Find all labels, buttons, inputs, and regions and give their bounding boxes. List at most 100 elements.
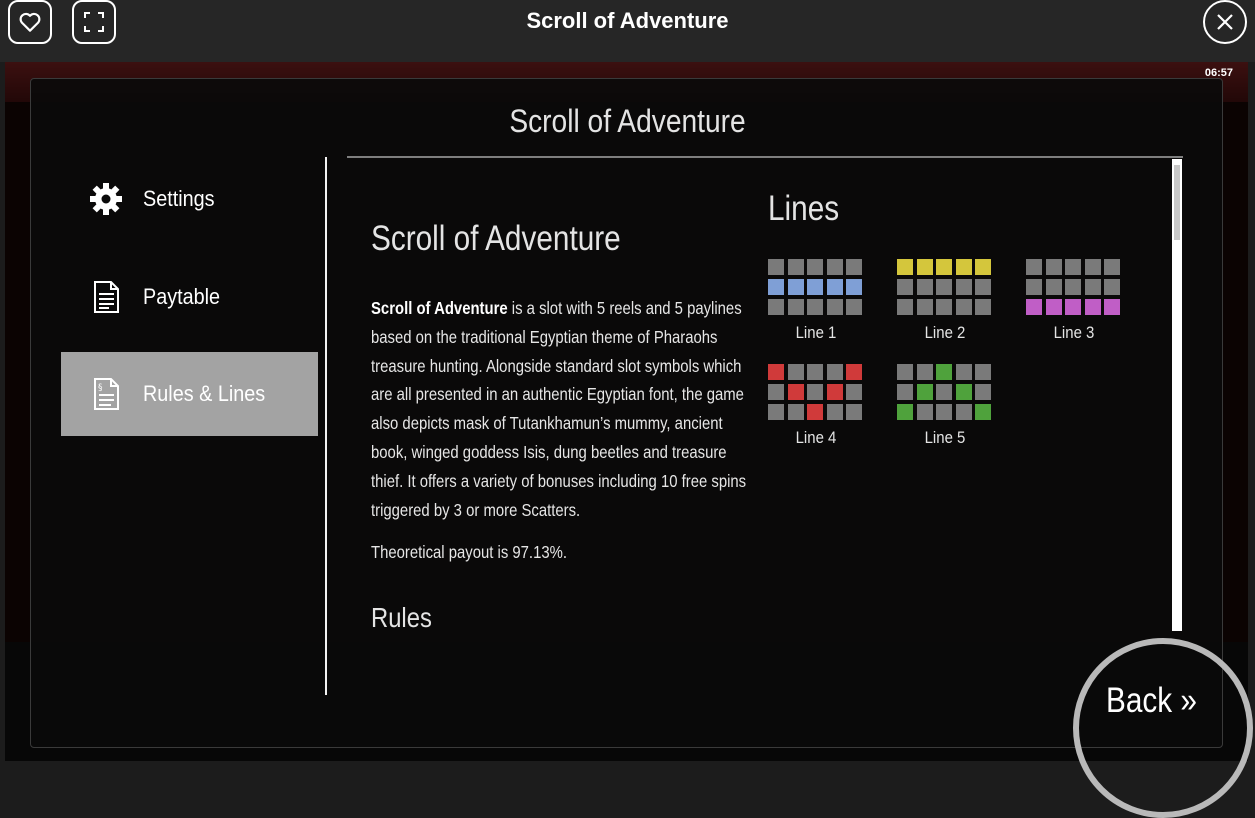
payline-cell — [897, 404, 913, 420]
payline-cell — [807, 279, 823, 295]
payline-cell — [936, 279, 952, 295]
payline-cell — [807, 259, 823, 275]
payline-cell — [975, 299, 991, 315]
payline-cell — [955, 299, 972, 315]
gear-icon — [90, 183, 122, 215]
payline-cell — [846, 404, 862, 420]
payline-1: Line 1 — [768, 259, 868, 342]
payline-cell — [1104, 299, 1120, 315]
payline-cell — [936, 259, 952, 275]
payline-cell — [897, 364, 913, 380]
payline-cell — [768, 299, 784, 315]
payline-label: Line 1 — [795, 323, 837, 342]
payline-cell — [936, 384, 952, 400]
payline-cell — [1104, 279, 1120, 295]
rules-content: Scroll of Adventure Scroll of Adventure … — [371, 159, 1201, 631]
payline-cell — [768, 364, 784, 380]
payline-cell — [787, 364, 804, 380]
payline-cell — [846, 279, 862, 295]
payline-cell — [768, 404, 784, 420]
payline-cell — [1026, 299, 1042, 315]
payline-cell — [916, 259, 933, 275]
payline-cell — [826, 384, 843, 400]
window-title: Scroll of Adventure — [526, 8, 729, 33]
description-text: is a slot with 5 reels and 5 paylines ba… — [371, 298, 747, 520]
payline-cell — [768, 259, 784, 275]
payline-cell — [846, 299, 862, 315]
payline-cell — [1065, 259, 1081, 275]
payline-3: Line 3 — [1026, 259, 1126, 342]
payline-cell — [975, 259, 991, 275]
payline-cell — [955, 279, 972, 295]
payline-cell — [768, 384, 784, 400]
payline-grid — [1026, 259, 1122, 317]
payline-cell — [1026, 279, 1042, 295]
svg-text:§: § — [98, 383, 103, 393]
payline-cell — [897, 259, 913, 275]
menu-item-label: Paytable — [143, 284, 221, 309]
payline-cell — [975, 279, 991, 295]
payline-cell — [826, 279, 843, 295]
payline-cell — [807, 299, 823, 315]
payline-cell — [897, 384, 913, 400]
info-modal: Scroll of Adventure Settings Paytable § … — [30, 78, 1223, 748]
payline-cell — [826, 259, 843, 275]
payline-cell — [955, 404, 972, 420]
payline-cell — [916, 299, 933, 315]
payline-2: Line 2 — [897, 259, 997, 342]
divider — [325, 157, 327, 695]
payline-cell — [787, 259, 804, 275]
description-bold: Scroll of Adventure — [371, 298, 508, 318]
payline-cell — [1045, 299, 1062, 315]
payline-cell — [1084, 259, 1101, 275]
payline-cell — [936, 364, 952, 380]
payline-cell — [846, 384, 862, 400]
payline-cell — [846, 259, 862, 275]
payline-label: Line 4 — [795, 428, 837, 447]
scrollbar-thumb[interactable] — [1174, 165, 1180, 240]
menu-item-paytable[interactable]: Paytable — [61, 255, 318, 339]
content-scrollbar[interactable] — [1172, 159, 1182, 631]
close-button[interactable] — [1203, 0, 1247, 44]
payline-cell — [975, 404, 991, 420]
back-button[interactable] — [1073, 638, 1253, 818]
rules-heading: Rules — [371, 602, 432, 631]
payline-cell — [787, 384, 804, 400]
game-description: Scroll of Adventure is a slot with 5 ree… — [371, 294, 749, 524]
payline-cell — [807, 384, 823, 400]
payline-cell — [846, 364, 862, 380]
payline-cell — [1084, 279, 1101, 295]
payline-cell — [897, 279, 913, 295]
payline-grid — [768, 364, 864, 422]
content-heading: Scroll of Adventure — [371, 219, 621, 258]
payline-cell — [975, 384, 991, 400]
payline-cell — [807, 404, 823, 420]
payline-cell — [955, 384, 972, 400]
back-button-label[interactable]: Back » — [1106, 681, 1197, 721]
payline-cell — [936, 299, 952, 315]
payline-cell — [768, 279, 784, 295]
divider — [347, 156, 1183, 158]
rules-document-icon: § — [94, 378, 119, 410]
payline-cell — [916, 404, 933, 420]
payline-cell — [1084, 299, 1101, 315]
payline-cell — [807, 364, 823, 380]
payline-cell — [955, 364, 972, 380]
lines-heading: Lines — [768, 189, 840, 228]
payline-cell — [916, 384, 933, 400]
menu-item-rules-lines[interactable]: § Rules & Lines — [61, 352, 318, 436]
payline-cell — [787, 279, 804, 295]
payline-label: Line 3 — [1053, 323, 1095, 342]
payline-cell — [916, 364, 933, 380]
payline-cell — [787, 404, 804, 420]
payline-5: Line 5 — [897, 364, 997, 447]
payline-cell — [826, 404, 843, 420]
menu-item-label: Rules & Lines — [143, 381, 266, 406]
modal-title: Scroll of Adventure — [509, 103, 746, 139]
payline-cell — [1065, 299, 1081, 315]
payline-cell — [1104, 259, 1120, 275]
payline-cell — [1026, 259, 1042, 275]
menu-item-settings[interactable]: Settings — [61, 157, 318, 241]
payline-grid — [897, 259, 993, 317]
top-bar: Scroll of Adventure — [0, 0, 1255, 62]
